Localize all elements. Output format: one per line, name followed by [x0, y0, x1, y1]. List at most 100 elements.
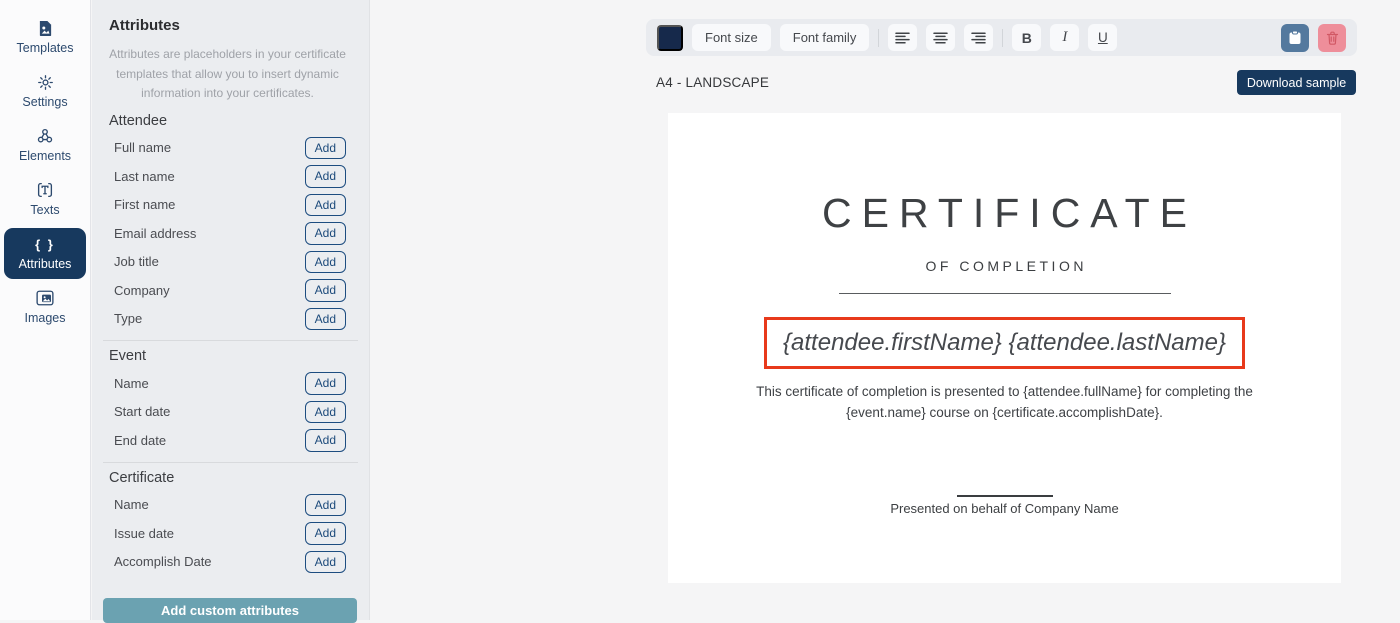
add-type-button[interactable]: Add	[305, 308, 346, 331]
add-company-button[interactable]: Add	[305, 279, 346, 302]
templates-icon	[38, 19, 53, 37]
sidebar: Templates Settings Elements Texts { } At…	[0, 0, 91, 620]
sidebar-item-label: Attributes	[19, 257, 72, 271]
add-job-title-button[interactable]: Add	[305, 251, 346, 274]
add-start-date-button[interactable]: Add	[305, 401, 346, 424]
signature-line	[957, 495, 1053, 497]
clipboard-icon	[1288, 30, 1302, 45]
sidebar-item-settings[interactable]: Settings	[4, 66, 86, 117]
attr-label: First name	[114, 197, 175, 212]
italic-button[interactable]: I	[1050, 24, 1079, 51]
section-title-certificate: Certificate	[109, 470, 346, 486]
panel-title: Attributes	[109, 17, 346, 34]
section-title-event: Event	[109, 348, 346, 364]
add-last-name-button[interactable]: Add	[305, 165, 346, 188]
add-email-address-button[interactable]: Add	[305, 222, 346, 245]
section-title-attendee: Attendee	[109, 113, 346, 129]
sidebar-item-templates[interactable]: Templates	[4, 12, 86, 63]
attr-label: Full name	[114, 140, 171, 155]
certificate-body-text[interactable]: This certificate of completion is presen…	[720, 381, 1290, 423]
attr-row-first-name: First name Add	[109, 191, 346, 220]
attr-row-issue-date: Issue date Add	[109, 519, 346, 548]
attr-row-email-address: Email address Add	[109, 219, 346, 248]
gear-icon	[37, 73, 54, 91]
align-left-button[interactable]	[888, 24, 917, 51]
attr-label: Start date	[114, 404, 170, 419]
font-family-button[interactable]: Font family	[780, 24, 870, 51]
panel-description-line: information into your certificates.	[109, 84, 346, 104]
toolbar-divider	[1002, 29, 1003, 47]
toolbar-divider	[878, 29, 879, 47]
attr-row-company: Company Add	[109, 276, 346, 305]
sidebar-item-images[interactable]: Images	[4, 282, 86, 333]
color-swatch-button[interactable]	[657, 25, 683, 51]
section-divider	[103, 462, 358, 463]
attr-row-event-name: Name Add	[109, 369, 346, 398]
add-issue-date-button[interactable]: Add	[305, 522, 346, 545]
attr-label: Job title	[114, 254, 159, 269]
delete-element-button[interactable]	[1318, 24, 1346, 52]
attr-row-job-title: Job title Add	[109, 248, 346, 277]
text-icon	[36, 181, 54, 199]
sidebar-item-label: Elements	[19, 149, 71, 163]
add-full-name-button[interactable]: Add	[305, 137, 346, 160]
signature-block: Presented on behalf of Company Name	[668, 495, 1341, 516]
underline-button[interactable]: U	[1088, 24, 1117, 51]
add-certificate-name-button[interactable]: Add	[305, 494, 346, 517]
bold-button[interactable]: B	[1012, 24, 1041, 51]
sidebar-item-attributes[interactable]: { } Attributes	[4, 228, 86, 279]
attr-label: End date	[114, 433, 166, 448]
align-center-button[interactable]	[926, 24, 955, 51]
attr-row-accomplish-date: Accomplish Date Add	[109, 548, 346, 577]
text-toolbar: Font size Font family B I U	[646, 19, 1357, 56]
elements-icon	[36, 127, 54, 145]
align-left-icon	[895, 31, 910, 45]
add-custom-attributes-button[interactable]: Add custom attributes	[103, 598, 357, 623]
panel-description: Attributes are placeholders in your cert…	[109, 45, 346, 104]
add-accomplish-date-button[interactable]: Add	[305, 551, 346, 574]
align-center-icon	[933, 31, 948, 45]
attr-label: Company	[114, 283, 170, 298]
font-size-button[interactable]: Font size	[692, 24, 771, 51]
sidebar-item-label: Images	[25, 311, 66, 325]
sidebar-item-elements[interactable]: Elements	[4, 120, 86, 171]
duplicate-element-button[interactable]	[1281, 24, 1309, 52]
attr-row-last-name: Last name Add	[109, 162, 346, 191]
attr-row-certificate-name: Name Add	[109, 491, 346, 520]
certificate-subtitle-text[interactable]: OF COMPLETION	[668, 258, 1341, 274]
attr-row-full-name: Full name Add	[109, 134, 346, 163]
align-right-button[interactable]	[964, 24, 993, 51]
image-icon	[36, 289, 54, 307]
attr-label: Last name	[114, 169, 175, 184]
download-sample-button[interactable]: Download sample	[1237, 70, 1356, 95]
signature-label-text[interactable]: Presented on behalf of Company Name	[668, 501, 1341, 516]
attr-row-start-date: Start date Add	[109, 398, 346, 427]
certificate-title-text[interactable]: CERTIFICATE	[668, 193, 1341, 234]
sidebar-item-label: Texts	[30, 203, 59, 217]
certificate-canvas: CERTIFICATE OF COMPLETION {attendee.firs…	[668, 113, 1341, 583]
attr-label: Name	[114, 497, 149, 512]
trash-icon	[1326, 31, 1339, 45]
attr-label: Accomplish Date	[114, 554, 212, 569]
attr-row-end-date: End date Add	[109, 426, 346, 455]
attributes-panel: Attributes Attributes are placeholders i…	[92, 0, 370, 620]
selected-attribute-text-element[interactable]: {attendee.firstName} {attendee.lastName}	[764, 317, 1245, 369]
attr-label: Issue date	[114, 526, 174, 541]
section-divider	[103, 340, 358, 341]
panel-description-line: Attributes are placeholders in your cert…	[109, 45, 346, 65]
align-right-icon	[971, 31, 986, 45]
braces-icon: { }	[35, 235, 55, 253]
certificate-divider-line	[839, 293, 1171, 294]
sidebar-item-label: Templates	[17, 41, 74, 55]
sidebar-item-label: Settings	[22, 95, 67, 109]
sidebar-item-texts[interactable]: Texts	[4, 174, 86, 225]
page-format-label: A4 - LANDSCAPE	[656, 75, 769, 90]
add-first-name-button[interactable]: Add	[305, 194, 346, 217]
panel-description-line: templates that allow you to insert dynam…	[109, 65, 346, 85]
attr-label: Email address	[114, 226, 196, 241]
add-event-name-button[interactable]: Add	[305, 372, 346, 395]
attr-row-type: Type Add	[109, 305, 346, 334]
attr-label: Type	[114, 311, 142, 326]
attr-label: Name	[114, 376, 149, 391]
add-end-date-button[interactable]: Add	[305, 429, 346, 452]
